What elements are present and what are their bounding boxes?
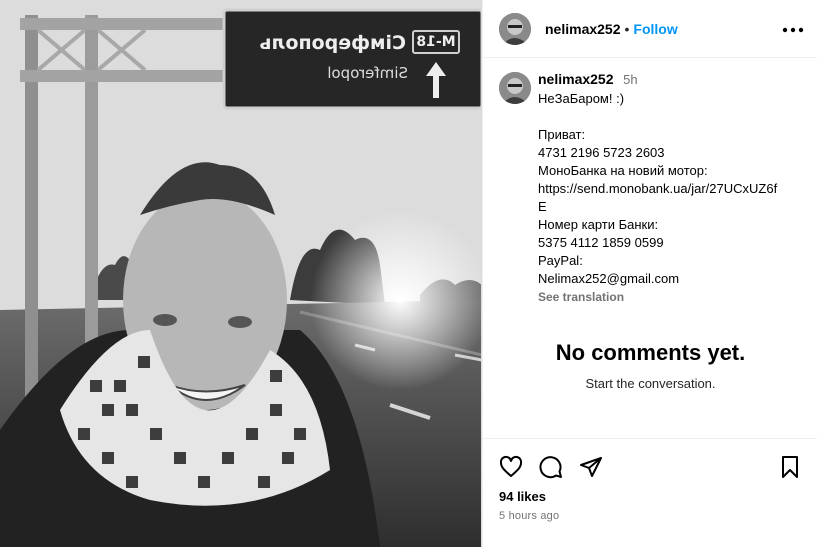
more-icon[interactable] [782, 20, 804, 38]
post-side-panel: nelimax252 • Follow nelimax252 5h НеЗаБа… [482, 0, 817, 547]
post-caption: nelimax252 5h НеЗаБаром! :) Приват: 4731… [499, 70, 809, 306]
caption-time[interactable]: 5h [623, 72, 637, 87]
empty-comments: No comments yet. Start the conversation. [483, 340, 817, 391]
header-username[interactable]: nelimax252 [545, 21, 621, 37]
sign-route-label: M-18 [412, 30, 460, 54]
caption-text: НеЗаБаром! :) Приват: 4731 2196 5723 260… [538, 91, 778, 286]
separator-dot: • [624, 20, 630, 37]
post-time-ago[interactable]: 5 hours ago [499, 510, 559, 522]
heart-icon[interactable] [499, 455, 523, 484]
avatar[interactable] [499, 12, 531, 45]
empty-comments-subtitle: Start the conversation. [585, 376, 716, 391]
comment-icon[interactable] [539, 455, 563, 484]
arrow-up-icon [424, 60, 448, 100]
caption-body: nelimax252 5h НеЗаБаром! :) Приват: 4731… [538, 70, 778, 306]
sign-city-cyrillic: Сімферополь [259, 32, 407, 54]
bookmark-icon[interactable] [778, 455, 802, 484]
post-actions: 94 likes 5 hours ago [483, 438, 817, 547]
sign-city-latin: Simferopol [327, 64, 408, 82]
see-translation-link[interactable]: See translation [538, 288, 778, 306]
post-header: nelimax252 • Follow [483, 0, 817, 58]
caption-avatar[interactable] [499, 72, 531, 104]
caption-username[interactable]: nelimax252 [538, 71, 614, 87]
follow-button[interactable]: Follow [633, 21, 677, 37]
likes-count[interactable]: 94 likes [499, 489, 546, 504]
photo-scene [0, 0, 481, 547]
empty-comments-title: No comments yet. [555, 340, 746, 365]
post-photo[interactable]: M-18 Сімферополь Simferopol [0, 0, 482, 547]
share-icon[interactable] [579, 455, 603, 484]
